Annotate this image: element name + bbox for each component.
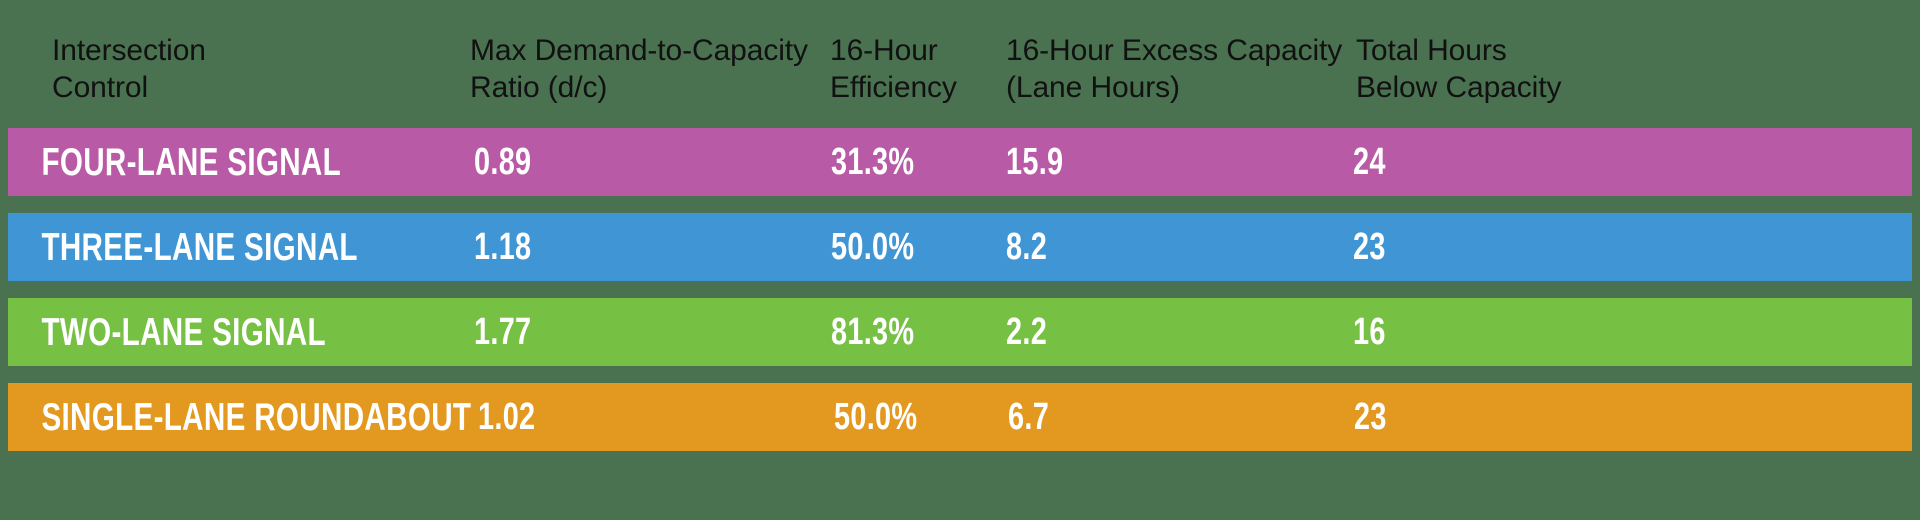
cell-total-hours-below-capacity: 24 <box>1352 141 1386 183</box>
cell-total-hours-below-capacity: 23 <box>1354 396 1387 438</box>
column-header-total-hours-below-capacity: Total Hours Below Capacity <box>1356 34 1562 104</box>
comparison-table: Intersection Control Max Demand-to-Capac… <box>0 0 1920 520</box>
table-row: THREE-LANE SIGNAL 1.18 50.0% 8.2 23 <box>8 213 1912 281</box>
column-header-16-hour-excess-capacity: 16-Hour Excess Capacity (Lane Hours) <box>1006 34 1343 104</box>
cell-excess-capacity: 6.7 <box>1008 396 1050 438</box>
cell-16-hour-efficiency: 50.0% <box>831 226 915 268</box>
row-label: THREE-LANE SIGNAL <box>41 225 358 269</box>
cell-total-hours-below-capacity: 16 <box>1352 311 1386 353</box>
column-header-intersection-control: Intersection Control <box>52 34 206 104</box>
cell-16-hour-efficiency: 31.3% <box>831 141 915 183</box>
cell-16-hour-efficiency: 81.3% <box>831 311 915 353</box>
cell-excess-capacity: 15.9 <box>1005 141 1064 183</box>
cell-max-dc-ratio: 1.18 <box>474 226 532 268</box>
cell-total-hours-below-capacity: 23 <box>1352 226 1386 268</box>
cell-max-dc-ratio: 1.02 <box>478 396 536 438</box>
column-header-16-hour-efficiency: 16-Hour Efficiency <box>830 34 957 104</box>
cell-excess-capacity: 2.2 <box>1005 311 1047 353</box>
row-label: FOUR-LANE SIGNAL <box>41 140 342 184</box>
table-row: SINGLE-LANE ROUNDABOUT 1.02 50.0% 6.7 23 <box>8 383 1912 451</box>
table-header-row: Intersection Control Max Demand-to-Capac… <box>0 0 1920 128</box>
column-header-max-demand-to-capacity-ratio: Max Demand-to-Capacity Ratio (d/c) <box>470 34 808 104</box>
table-row: FOUR-LANE SIGNAL 0.89 31.3% 15.9 24 <box>8 128 1912 196</box>
cell-max-dc-ratio: 0.89 <box>474 141 532 183</box>
cell-16-hour-efficiency: 50.0% <box>834 396 918 438</box>
cell-excess-capacity: 8.2 <box>1005 226 1047 268</box>
row-label: SINGLE-LANE ROUNDABOUT <box>41 395 472 439</box>
table-row: TWO-LANE SIGNAL 1.77 81.3% 2.2 16 <box>8 298 1912 366</box>
row-label: TWO-LANE SIGNAL <box>41 310 326 354</box>
cell-max-dc-ratio: 1.77 <box>474 311 532 353</box>
